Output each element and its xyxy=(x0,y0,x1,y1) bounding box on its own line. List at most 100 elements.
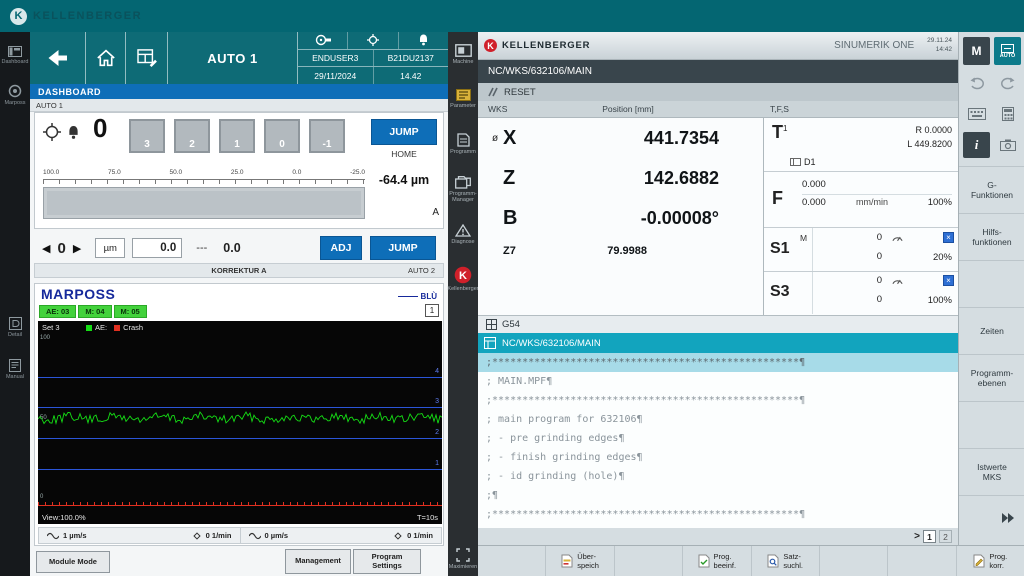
program-settings-button[interactable]: Program Settings xyxy=(353,549,421,574)
redo-button[interactable] xyxy=(994,72,1021,96)
auto-mode-button[interactable]: AUTO xyxy=(994,37,1021,65)
spindle3-setpoint: 0 xyxy=(824,294,882,305)
marposs-module: MARPOSS BLÙ AE: 03 M: 04 M: 05 1 Set 3 A… xyxy=(34,283,444,546)
active-gcode: G54 xyxy=(502,319,520,330)
program-breadcrumb: NC/WKS/632106/MAIN xyxy=(478,60,958,83)
spindle3-label: S3 xyxy=(770,283,790,301)
chart-timebase-label: T=10s xyxy=(417,513,438,522)
right-softkey-column: M AUTO i G- Funktionen Hilfs- funktionen… xyxy=(958,32,1024,545)
korrektur-strip: KORREKTUR A AUTO 2 xyxy=(34,263,444,278)
sidebar-item-dashboard[interactable]: Dashboard xyxy=(0,36,30,74)
programm-manager-icon xyxy=(455,176,471,189)
parameter-icon xyxy=(456,89,471,101)
program-editor[interactable]: ;***************************************… xyxy=(478,353,958,528)
program-table-icon xyxy=(137,49,157,67)
manual-icon xyxy=(9,359,21,372)
svg-text:K: K xyxy=(459,270,467,282)
decrement-arrow[interactable]: ◀ xyxy=(42,242,50,255)
machine-area-button[interactable]: M xyxy=(963,37,990,65)
back-button[interactable] xyxy=(30,32,86,84)
wks-header[interactable]: WKS xyxy=(488,104,507,114)
target-cell[interactable] xyxy=(348,32,398,49)
user-name: ENDUSER3 xyxy=(298,50,374,67)
spindle1-load: 20% xyxy=(933,252,952,263)
pager-arrow[interactable]: > xyxy=(914,531,920,542)
scale-tick-labels: 100.0 75.0 50.0 25.0 0.0 -25.0 xyxy=(43,169,365,176)
offset-input[interactable]: 0.0 xyxy=(132,238,182,258)
nav-kellenberger[interactable]: K Kellenberger xyxy=(448,257,478,302)
session-names-row: ENDUSER3 B21DU2137 xyxy=(298,49,448,67)
bottom-softkey-empty-1[interactable] xyxy=(478,546,545,576)
program-edit-button[interactable] xyxy=(126,32,168,84)
bell-cell[interactable] xyxy=(399,32,448,49)
nav-diagnose[interactable]: Diagnose xyxy=(448,212,478,257)
scale-tickmarks xyxy=(43,179,365,184)
detail-icon xyxy=(9,317,22,330)
top-bar: K KELLENBERGER xyxy=(0,0,1024,32)
screenshot-button[interactable] xyxy=(994,132,1021,158)
bottom-softkey-empty-4[interactable] xyxy=(887,546,955,576)
kellenberger-k-icon: K xyxy=(454,266,472,284)
system-clock: 29.11.24 14:42 xyxy=(927,37,952,54)
marposs-icon xyxy=(8,84,22,98)
wheel-tool-cell[interactable] xyxy=(298,32,348,49)
sidebar-item-marposs[interactable]: Marposs xyxy=(0,76,30,114)
softkey-zeiten[interactable]: Zeiten xyxy=(959,307,1024,354)
nav-machine[interactable]: Machine xyxy=(448,32,478,77)
marposs-page-indicator[interactable]: 1 xyxy=(425,304,439,317)
sidebar-item-manual[interactable]: Manual xyxy=(0,350,30,388)
home-button[interactable] xyxy=(86,32,126,84)
spindle1-label: S1 xyxy=(770,240,790,258)
sidebar-item-detail[interactable]: Detail xyxy=(0,308,30,346)
machine-id: B21DU2137 xyxy=(374,50,449,67)
sidebar-item-label: Manual xyxy=(6,374,24,380)
maximize-button[interactable]: Maximieren xyxy=(448,548,478,570)
management-button[interactable]: Management xyxy=(285,549,351,574)
jump-button[interactable]: JUMP xyxy=(370,236,436,260)
bottom-softkey-empty-3[interactable] xyxy=(819,546,887,576)
spindle1-disable-checkbox[interactable]: × xyxy=(943,232,954,243)
nav-parameter[interactable]: Parameter xyxy=(448,77,478,122)
undo-button[interactable] xyxy=(963,72,990,96)
wave-icon xyxy=(249,531,261,540)
softkey-empty-1[interactable] xyxy=(959,260,1024,307)
keyboard-button[interactable] xyxy=(963,102,990,126)
softkey-g-funktionen[interactable]: G- Funktionen xyxy=(959,166,1024,213)
prog-korrektur-softkey[interactable]: Prog. korr. xyxy=(956,546,1024,576)
module-mode-button[interactable]: Module Mode xyxy=(36,551,110,573)
calculator-button[interactable] xyxy=(994,102,1021,126)
satzsuchlauf-softkey[interactable]: Satz- suchl. xyxy=(751,546,819,576)
softkey-hilfsfunktionen[interactable]: Hilfs- funktionen xyxy=(959,213,1024,260)
softkey-forward-button[interactable] xyxy=(1000,511,1016,529)
spindle3-disable-checkbox[interactable]: × xyxy=(943,275,954,286)
sinumerik-nav-rail: Machine Parameter Programm Programm- Man… xyxy=(448,32,478,576)
increment-arrow[interactable]: ▶ xyxy=(73,242,81,255)
tool-geometry: R 0.0000 L 449.8200 xyxy=(907,123,952,152)
nav-programm[interactable]: Programm xyxy=(448,122,478,167)
tool-block: T1 R 0.0000 L 449.8200 D1 xyxy=(764,118,958,172)
nav-programm-manager[interactable]: Programm- Manager xyxy=(448,167,478,212)
info-icon: i xyxy=(975,137,979,153)
softkey-programmebenen[interactable]: Programm- ebenen xyxy=(959,354,1024,401)
jump-home-button[interactable]: JUMP xyxy=(371,119,437,145)
unit-toggle[interactable]: µm xyxy=(95,238,125,258)
maximize-icon xyxy=(456,548,470,562)
page-1-button[interactable]: 1 xyxy=(923,530,936,543)
softkey-empty-2[interactable] xyxy=(959,401,1024,448)
ueberspeichern-softkey[interactable]: Über- speich xyxy=(545,546,613,576)
korrektur-label: KORREKTUR A xyxy=(35,266,443,275)
feed-actual: 0.000 xyxy=(802,179,826,190)
info-button[interactable]: i xyxy=(963,132,990,158)
position-header: Position [mm] xyxy=(538,104,718,114)
softkey-istwerte-mks[interactable]: Istwerte MKS xyxy=(959,448,1024,495)
bottom-softkey-empty-2[interactable] xyxy=(614,546,682,576)
adj-button[interactable]: ADJ xyxy=(320,236,362,260)
code-line: ; MAIN.MPF¶ xyxy=(478,372,958,391)
page-2-button[interactable]: 2 xyxy=(939,530,952,543)
meters-row: 1 µm/s 0 1/min 0 µm/s 0 1/min xyxy=(38,527,442,544)
axis-row-z7: Z7 79.9988 xyxy=(478,238,763,264)
korrektur-row: ◀ 0 ▶ µm 0.0 --- 0.0 ADJ JUMP xyxy=(34,233,444,263)
nc-file-icon xyxy=(767,554,779,568)
prog-beeinflussung-softkey[interactable]: Prog. beeinf. xyxy=(682,546,750,576)
code-line: ; - finish grinding edges¶ xyxy=(478,448,958,467)
